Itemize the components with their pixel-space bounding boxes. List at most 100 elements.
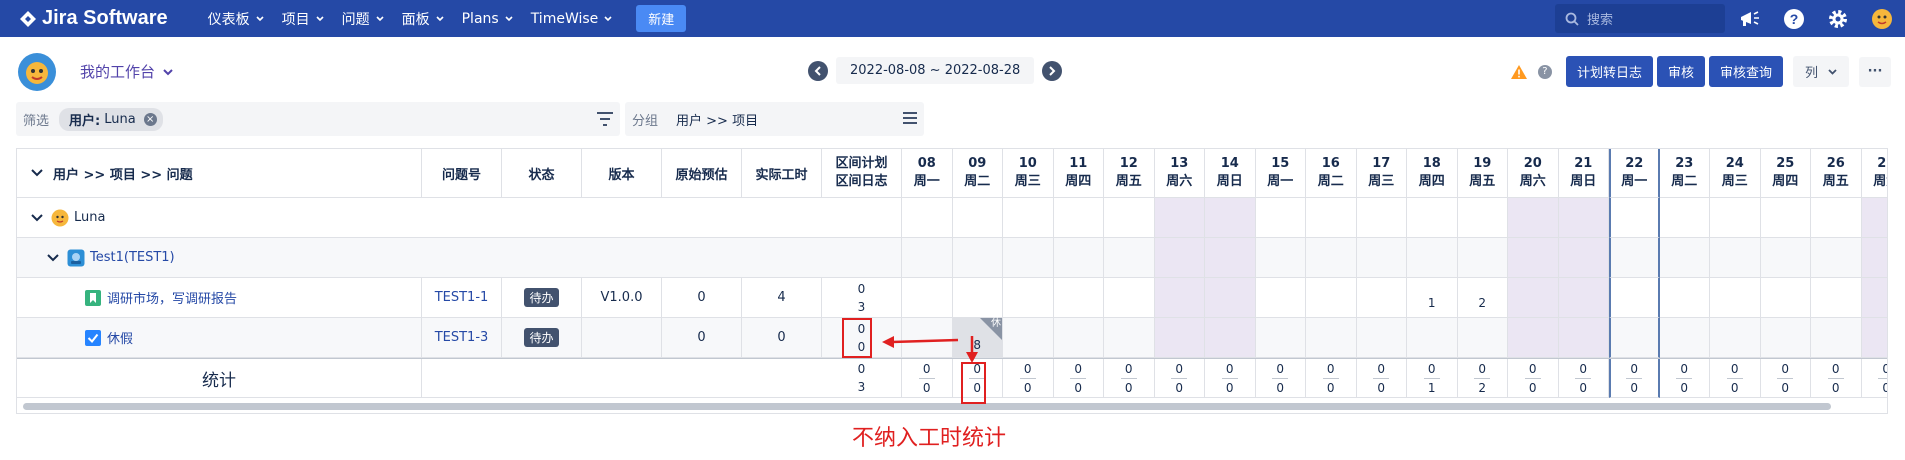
day-cell-10[interactable]: [1003, 278, 1054, 318]
day-cell-19[interactable]: [1457, 318, 1508, 358]
gear-icon[interactable]: [1825, 6, 1851, 32]
day-cell-27[interactable]: [1861, 198, 1887, 238]
day-cell-08[interactable]: [902, 238, 953, 278]
day-cell-23[interactable]: [1659, 238, 1710, 278]
day-cell-20[interactable]: [1508, 198, 1559, 238]
day-cell-21[interactable]: [1558, 238, 1609, 278]
day-cell-11[interactable]: [1053, 278, 1104, 318]
day-cell-22[interactable]: [1609, 198, 1660, 238]
user-group-cell[interactable]: Luna: [17, 198, 902, 238]
day-cell-12[interactable]: [1104, 198, 1155, 238]
day-cell-22[interactable]: [1609, 318, 1660, 358]
day-cell-16[interactable]: [1306, 318, 1357, 358]
project-group-cell[interactable]: Test1(TEST1): [17, 238, 902, 278]
day-cell-12[interactable]: [1104, 238, 1155, 278]
help-icon[interactable]: ?: [1537, 64, 1552, 79]
user-filter-chip[interactable]: 用户: Luna ×: [59, 107, 163, 131]
day-cell-10[interactable]: [1003, 198, 1054, 238]
issue-key[interactable]: TEST1-3: [422, 318, 502, 358]
next-period-button[interactable]: [1042, 60, 1063, 81]
menu-icon[interactable]: [902, 111, 918, 125]
day-cell-14[interactable]: [1205, 238, 1256, 278]
day-cell-25[interactable]: [1760, 278, 1811, 318]
workspace-title[interactable]: 我的工作台: [80, 61, 173, 82]
day-cell-24[interactable]: [1710, 278, 1761, 318]
day-cell-09[interactable]: [952, 198, 1003, 238]
nav-timewise[interactable]: TimeWise: [531, 11, 613, 27]
day-cell-14[interactable]: [1205, 318, 1256, 358]
day-cell-19[interactable]: 2: [1457, 278, 1508, 318]
nav-plans[interactable]: Plans: [462, 11, 513, 27]
day-cell-15[interactable]: [1255, 198, 1306, 238]
day-cell-18[interactable]: [1407, 238, 1458, 278]
nav-boards[interactable]: 面板: [402, 9, 444, 29]
header-actual[interactable]: 实际工时: [742, 149, 822, 198]
day-cell-08[interactable]: [902, 198, 953, 238]
review-button[interactable]: 审核: [1656, 56, 1705, 87]
header-name[interactable]: 用户 >> 项目 >> 问题: [17, 149, 422, 198]
nav-issues[interactable]: 问题: [342, 9, 384, 29]
day-cell-24[interactable]: [1710, 198, 1761, 238]
issue-title[interactable]: 休假: [107, 328, 133, 347]
day-cell-14[interactable]: [1205, 278, 1256, 318]
day-cell-21[interactable]: [1558, 318, 1609, 358]
filter-icon[interactable]: [596, 111, 614, 127]
day-cell-09[interactable]: [952, 238, 1003, 278]
day-cell-26[interactable]: [1811, 278, 1862, 318]
day-cell-13[interactable]: [1154, 238, 1205, 278]
day-cell-15[interactable]: [1255, 238, 1306, 278]
day-cell-11[interactable]: [1053, 318, 1104, 358]
help-icon[interactable]: ?: [1781, 6, 1807, 32]
issue-title[interactable]: 调研市场，写调研报告: [107, 288, 237, 307]
search-input[interactable]: 搜索: [1555, 4, 1725, 33]
day-cell-26[interactable]: [1811, 198, 1862, 238]
day-cell-18[interactable]: 1: [1407, 278, 1458, 318]
day-cell-22[interactable]: [1609, 238, 1660, 278]
day-cell-09[interactable]: [952, 278, 1003, 318]
day-cell-12[interactable]: [1104, 318, 1155, 358]
nav-dashboard[interactable]: 仪表板: [208, 9, 264, 29]
day-cell-20[interactable]: [1508, 278, 1559, 318]
day-cell-20[interactable]: [1508, 238, 1559, 278]
day-cell-23[interactable]: [1659, 318, 1710, 358]
chevron-down-icon[interactable]: [47, 253, 59, 263]
day-cell-10[interactable]: [1003, 238, 1054, 278]
header-key[interactable]: 问题号: [422, 149, 502, 198]
nav-projects[interactable]: 项目: [282, 9, 324, 29]
group-bar[interactable]: 分组 用户 >> 项目: [625, 102, 924, 136]
status-badge[interactable]: 待办: [524, 288, 559, 307]
chevron-down-icon[interactable]: [31, 213, 43, 223]
date-range[interactable]: 2022-08-08 ~ 2022-08-28: [836, 57, 1035, 84]
day-cell-23[interactable]: [1659, 278, 1710, 318]
header-status[interactable]: 状态: [502, 149, 582, 198]
day-cell-10[interactable]: [1003, 318, 1054, 358]
header-orig-estimate[interactable]: 原始预估: [662, 149, 742, 198]
megaphone-icon[interactable]: [1737, 6, 1763, 32]
day-cell-13[interactable]: [1154, 198, 1205, 238]
day-cell-25[interactable]: [1760, 198, 1811, 238]
horizontal-scrollbar[interactable]: [23, 403, 1831, 410]
day-cell-17[interactable]: [1356, 318, 1407, 358]
day-cell-15[interactable]: [1255, 318, 1306, 358]
plan-to-log-button[interactable]: 计划转日志: [1565, 56, 1653, 87]
day-cell-16[interactable]: [1306, 198, 1357, 238]
day-cell-08[interactable]: [902, 278, 953, 318]
columns-button[interactable]: 列: [1792, 56, 1849, 87]
day-cell-17[interactable]: [1356, 278, 1407, 318]
jira-logo[interactable]: Jira Software: [20, 7, 168, 30]
day-cell-21[interactable]: [1558, 278, 1609, 318]
day-cell-14[interactable]: [1205, 198, 1256, 238]
project-name[interactable]: Test1(TEST1): [90, 250, 175, 265]
day-cell-13[interactable]: [1154, 278, 1205, 318]
day-cell-18[interactable]: [1407, 198, 1458, 238]
prev-period-button[interactable]: [808, 60, 828, 81]
day-cell-12[interactable]: [1104, 278, 1155, 318]
filter-bar[interactable]: 筛选 用户: Luna ×: [16, 102, 620, 136]
review-query-button[interactable]: 审核查询: [1708, 56, 1783, 87]
day-cell-25[interactable]: [1760, 238, 1811, 278]
day-cell-17[interactable]: [1356, 198, 1407, 238]
day-cell-15[interactable]: [1255, 278, 1306, 318]
day-cell-16[interactable]: [1306, 238, 1357, 278]
warning-icon[interactable]: [1510, 64, 1528, 80]
new-button[interactable]: 新建: [636, 5, 687, 32]
